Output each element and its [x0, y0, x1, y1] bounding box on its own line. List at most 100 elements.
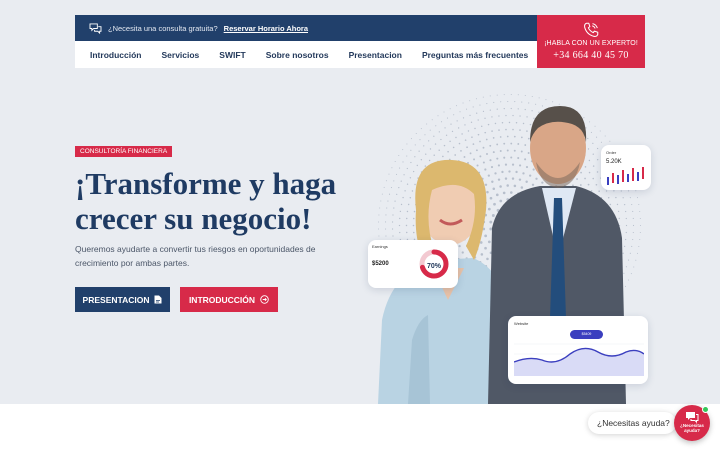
nav-preguntas-frecuentes[interactable]: Preguntas más frecuentes: [422, 50, 528, 60]
expert-phone[interactable]: +34 664 40 45 70: [537, 50, 645, 61]
halo-dot: [633, 266, 635, 268]
halo-dot: [451, 130, 454, 133]
halo-dot: [410, 138, 412, 140]
main-nav: Introducción Servicios SWIFT Sobre nosot…: [75, 41, 537, 68]
halo-dot: [639, 224, 642, 227]
halo-dot: [638, 203, 640, 205]
halo-dot: [472, 106, 474, 108]
halo-dot: [524, 94, 526, 96]
halo-dot: [433, 135, 435, 137]
chat-icon: [89, 22, 102, 34]
introduction-button[interactable]: INTRODUCCIÓN: [180, 287, 278, 312]
halo-dot: [462, 117, 465, 119]
halo-dot: [444, 127, 446, 129]
halo-dot: [635, 259, 637, 261]
halo-dot: [632, 210, 634, 213]
phone-icon: [584, 22, 599, 37]
halo-dot: [445, 134, 448, 136]
earnings-title: Earnings: [372, 244, 388, 249]
halo-dot: [639, 210, 641, 212]
halo-dot: [471, 136, 473, 138]
hero-headline: ¡Transforme y haga crecer su negocio!: [75, 166, 337, 236]
halo-dot: [465, 108, 468, 110]
orders-candlestick-chart: [607, 167, 644, 185]
halo-dot: [446, 117, 449, 119]
halo-dot: [443, 144, 446, 147]
halo-dot: [424, 134, 426, 136]
halo-dot: [474, 127, 476, 130]
arrow-circle-right-icon: [260, 295, 269, 304]
halo-dot: [632, 224, 635, 227]
halo-dot: [423, 145, 425, 147]
website-card: Website $5409: [508, 316, 648, 384]
halo-dot: [496, 94, 498, 96]
halo-dot: [428, 140, 430, 142]
halo-dot: [517, 94, 519, 96]
help-prompt[interactable]: ¿Necesitas ayuda?: [588, 412, 676, 434]
halo-dot: [459, 111, 461, 113]
halo-dot: [467, 130, 470, 132]
nav-introduccion[interactable]: Introducción: [90, 50, 141, 60]
halo-dot: [458, 142, 461, 145]
halo-dot: [636, 252, 638, 254]
halo-dot: [420, 128, 422, 130]
halo-dot: [437, 115, 439, 117]
halo-dot: [429, 129, 431, 131]
halo-dot: [469, 114, 471, 116]
halo-dot: [440, 121, 443, 123]
halo-dot: [440, 138, 442, 141]
earnings-value: $5200: [372, 261, 389, 267]
halo-dot: [426, 123, 428, 125]
halo-dot: [470, 121, 473, 123]
halo-dot: [462, 102, 464, 104]
halo-dot: [414, 144, 416, 146]
halo-dot: [431, 119, 433, 121]
halo-dot: [435, 125, 437, 127]
document-icon: [154, 295, 162, 304]
nav-swift[interactable]: SWIFT: [219, 50, 245, 60]
halo-dot: [452, 146, 455, 149]
halo-dot: [630, 273, 632, 275]
earnings-percent: 70%: [426, 263, 441, 270]
halo-dot: [510, 94, 512, 96]
halo-dot: [503, 94, 505, 96]
halo-dot: [631, 245, 633, 248]
consult-question: ¿Necesita una consulta gratuita?: [108, 23, 218, 33]
halo-dot: [638, 246, 640, 248]
introduction-button-label: INTRODUCCIÓN: [188, 294, 256, 305]
halo-dot: [450, 123, 452, 125]
halo-dot: [466, 146, 468, 149]
talk-to-expert-box[interactable]: ¡HABLA CON UN EXPERTO! +34 664 40 45 70: [537, 15, 645, 68]
nav-sobre-nosotros[interactable]: Sobre nosotros: [266, 50, 329, 60]
halo-dot: [455, 136, 457, 139]
halo-dot: [464, 139, 467, 141]
website-title: Website: [514, 321, 529, 326]
online-status-dot: [702, 406, 709, 413]
halo-dot: [443, 111, 445, 113]
expert-label: ¡HABLA CON UN EXPERTO!: [544, 40, 638, 47]
halo-dot: [472, 143, 475, 146]
halo-dot: [438, 131, 440, 133]
halo-dot: [453, 114, 455, 116]
hero-section: Order 5.20K Earnings $5200 70% Website $…: [0, 0, 720, 404]
halo-dot: [456, 120, 458, 122]
halo-dot: [456, 105, 458, 107]
halo-dot: [461, 133, 463, 135]
halo-dot: [632, 217, 634, 220]
earnings-card: Earnings $5200 70%: [368, 240, 458, 288]
halo-dot: [639, 232, 641, 234]
halo-dot: [457, 127, 460, 129]
halo-dot: [477, 119, 479, 121]
presentation-button[interactable]: PRESENTACION: [75, 287, 170, 312]
halo-dot: [434, 143, 437, 145]
category-badge: CONSULTORÍA FINANCIERA: [75, 146, 173, 157]
book-slot-link[interactable]: Reservar Horario Ahora: [224, 24, 308, 33]
halo-dot: [636, 197, 638, 199]
message-icon: [686, 412, 699, 423]
nav-presentacion[interactable]: Presentacion: [349, 50, 402, 60]
halo-dot: [635, 190, 637, 192]
nav-servicios[interactable]: Servicios: [161, 50, 199, 60]
halo-dot: [449, 108, 451, 110]
help-bubble-label: ¿Necesitas ayuda?: [680, 423, 704, 433]
halo-dot: [469, 100, 471, 102]
